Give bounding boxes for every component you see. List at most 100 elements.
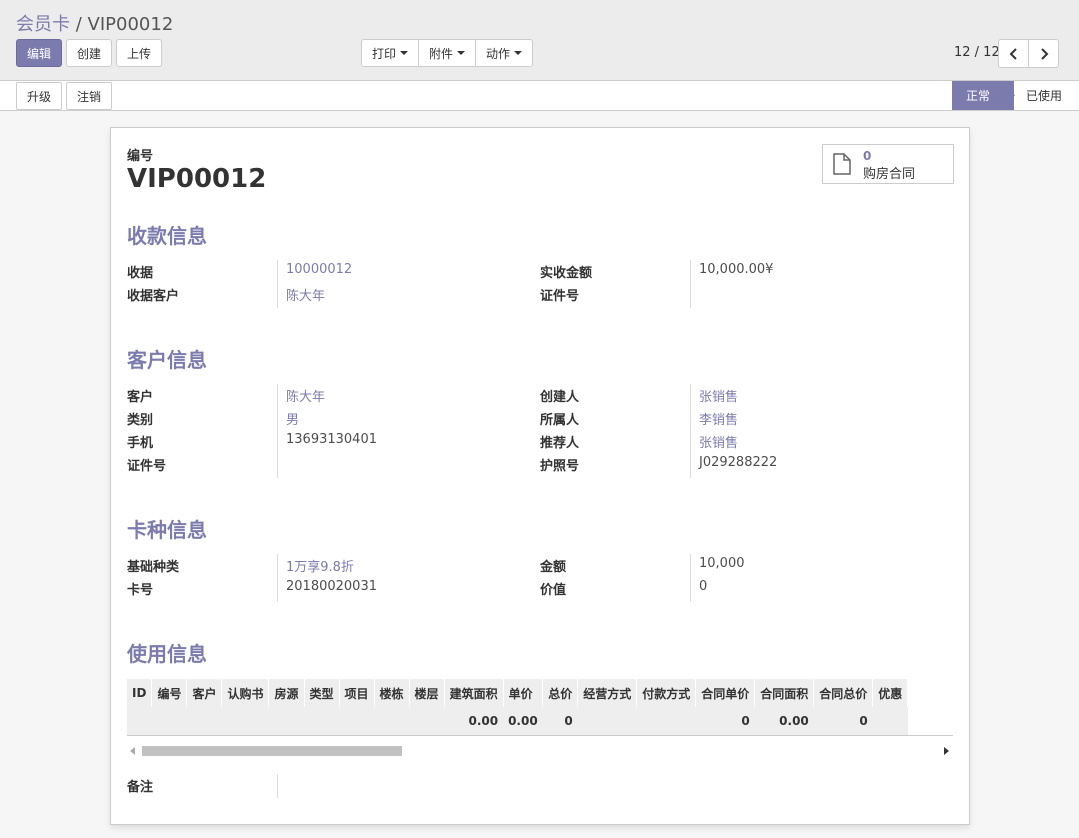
- usage-total-cell: [409, 707, 445, 735]
- usage-total-cell: [636, 707, 696, 735]
- record-title: VIP00012: [127, 164, 267, 194]
- action-dropdown[interactable]: 动作: [476, 40, 532, 66]
- usage-total-cell: 0.00: [754, 707, 814, 735]
- usage-total-cell: [127, 707, 152, 735]
- chevron-right-icon: [1040, 47, 1048, 60]
- caret-down-icon: [400, 51, 409, 55]
- section-payment-title: 收款信息: [127, 224, 207, 248]
- field-divider: [690, 554, 691, 602]
- stage-arrow-icon: [1000, 81, 1015, 110]
- attachment-dropdown[interactable]: 附件: [419, 40, 477, 66]
- usage-total-cell: [186, 707, 222, 735]
- usage-column-header[interactable]: 总价: [542, 679, 579, 707]
- usage-column-header[interactable]: 房源: [268, 679, 305, 707]
- record-number-label: 编号: [127, 149, 154, 164]
- usage-column-header[interactable]: 楼栋: [374, 679, 410, 707]
- chevron-left-icon: [1009, 47, 1017, 60]
- usage-column-header[interactable]: 楼层: [409, 679, 445, 707]
- mobile-label: 手机: [127, 436, 154, 451]
- field-divider: [277, 384, 278, 478]
- card-type-link[interactable]: 1万享9.8折: [286, 556, 354, 575]
- scrollbar-thumb[interactable]: [142, 746, 402, 756]
- receipt-customer-link[interactable]: 陈大年: [286, 285, 325, 304]
- usage-column-header[interactable]: 认购书: [221, 679, 270, 707]
- print-label: 打印: [372, 46, 397, 61]
- usage-total-cell: [151, 707, 187, 735]
- smart-button-count: 0: [863, 149, 872, 163]
- owner-label: 所属人: [540, 413, 580, 428]
- usage-total-cell: 0: [813, 707, 873, 735]
- attachment-label: 附件: [429, 46, 454, 61]
- pager-next-button[interactable]: [1028, 39, 1059, 68]
- usage-total-cell: 0.00: [444, 707, 504, 735]
- pager-previous-button[interactable]: [998, 39, 1029, 68]
- owner-link[interactable]: 李销售: [699, 409, 738, 428]
- payment-id-label: 证件号: [540, 289, 580, 304]
- receipt-link[interactable]: 10000012: [286, 262, 352, 277]
- pager-value[interactable]: 12 / 12: [954, 45, 1000, 60]
- card-number-label: 卡号: [127, 583, 154, 598]
- usage-table-wrapper: ID 编号 客户 认购书 房源 类型 项目 楼栋 楼层 建筑面积 单价 总价 经营方式 付款方式 合同单价合…: [127, 679, 953, 736]
- usage-column-header[interactable]: 付款方式: [636, 679, 697, 707]
- usage-column-header[interactable]: 类型: [304, 679, 340, 707]
- document-icon: [833, 153, 851, 175]
- usage-column-header[interactable]: ID: [127, 679, 153, 707]
- mobile-value: 13693130401: [286, 432, 377, 447]
- form-sheet: 编号 VIP00012 0 购房合同 收款信息 收据 10000012 收据客户…: [110, 127, 970, 825]
- section-usage-title: 使用信息: [127, 642, 207, 666]
- breadcrumb-current: VIP00012: [87, 14, 174, 35]
- customer-link[interactable]: 陈大年: [286, 386, 325, 405]
- print-dropdown[interactable]: 打印: [362, 40, 420, 66]
- import-button[interactable]: 上传: [116, 39, 162, 67]
- usage-column-header[interactable]: 单价: [503, 679, 544, 707]
- cancel-card-button[interactable]: 注销: [66, 82, 112, 110]
- scroll-left-arrow-icon[interactable]: [130, 747, 136, 755]
- usage-total-cell: [577, 707, 637, 735]
- form-statusbar: 升级 注销 正常 已使用: [0, 80, 1079, 111]
- receipt-customer-label: 收据客户: [127, 289, 180, 304]
- breadcrumb-parent-link[interactable]: 会员卡: [16, 14, 70, 35]
- field-divider: [277, 554, 278, 602]
- stage-normal-label: 正常: [966, 89, 991, 103]
- passport-value: J029288222: [699, 455, 778, 470]
- usage-column-header[interactable]: 优惠: [872, 679, 909, 707]
- creator-label: 创建人: [540, 390, 580, 405]
- usage-column-header[interactable]: 客户: [186, 679, 223, 707]
- edit-button[interactable]: 编辑: [16, 39, 62, 67]
- field-divider: [277, 774, 278, 798]
- breadcrumb: 会员卡 / VIP00012: [16, 10, 173, 36]
- create-button[interactable]: 创建: [66, 39, 112, 67]
- notes-label: 备注: [127, 780, 154, 795]
- usage-column-header[interactable]: 合同面积: [754, 679, 815, 707]
- horizontal-scrollbar[interactable]: [127, 745, 953, 757]
- creator-link[interactable]: 张销售: [699, 386, 738, 405]
- usage-total-cell: [872, 707, 908, 735]
- category-link[interactable]: 男: [286, 409, 299, 428]
- stage-used-label: 已使用: [1026, 89, 1063, 103]
- usage-column-header[interactable]: 经营方式: [577, 679, 638, 707]
- sidebar-dropdown-group: 打印 附件 动作: [361, 39, 534, 67]
- usage-total-cell: [339, 707, 375, 735]
- usage-column-header[interactable]: 建筑面积: [444, 679, 504, 707]
- customer-id-label: 证件号: [127, 459, 167, 474]
- referrer-link[interactable]: 张销售: [699, 432, 738, 451]
- smart-button-label: 购房合同: [863, 167, 916, 182]
- received-amount-value: 10,000.00¥: [699, 262, 774, 277]
- usage-column-header[interactable]: 合同单价: [695, 679, 756, 707]
- referrer-label: 推荐人: [540, 436, 580, 451]
- usage-column-header[interactable]: 项目: [339, 679, 375, 707]
- upgrade-button[interactable]: 升级: [16, 82, 62, 110]
- receipt-label: 收据: [127, 266, 154, 281]
- caret-down-icon: [514, 51, 523, 55]
- usage-table-header: ID 编号 客户 认购书 房源 类型 项目 楼栋 楼层 建筑面积 单价 总价 经营方式 付款方式 合同单价合…: [127, 679, 909, 707]
- usage-total-cell: [221, 707, 269, 735]
- usage-total-cell: 0.00: [503, 707, 543, 735]
- house-contract-smart-button[interactable]: 0 购房合同: [822, 144, 954, 184]
- usage-table: ID 编号 客户 认购书 房源 类型 项目 楼栋 楼层 建筑面积 单价 总价 经营方式 付款方式 合同单价合…: [127, 679, 909, 735]
- stage-used[interactable]: 已使用: [1026, 81, 1062, 110]
- scroll-right-arrow-icon[interactable]: [944, 747, 950, 755]
- usage-column-header[interactable]: 合同总价: [813, 679, 874, 707]
- usage-total-cell: [374, 707, 410, 735]
- usage-column-header[interactable]: 编号: [151, 679, 188, 707]
- usage-total-cell: 0: [542, 707, 578, 735]
